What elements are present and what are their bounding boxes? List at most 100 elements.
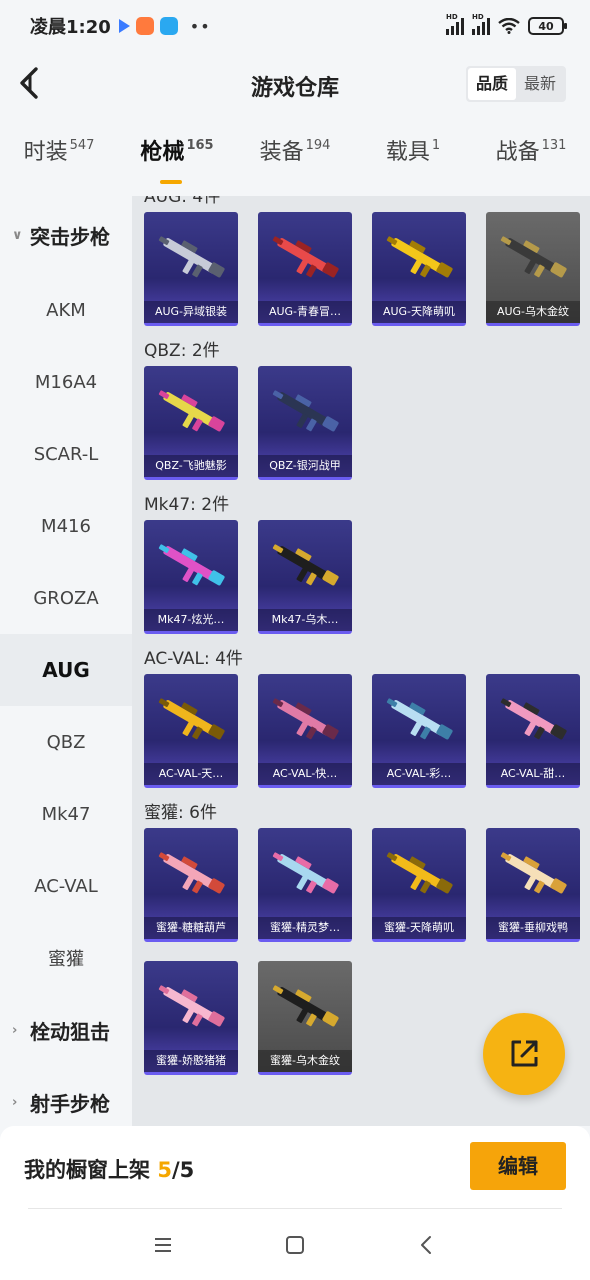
skin-card[interactable]: 蜜獾-乌木金纹 — [258, 961, 352, 1075]
sort-quality-button[interactable]: 品质 — [467, 68, 516, 100]
back-icon[interactable] — [416, 1234, 438, 1256]
gun-skin-icon — [158, 544, 225, 586]
wifi-icon — [498, 18, 520, 34]
edit-button[interactable]: 编辑 — [470, 1142, 566, 1190]
skin-card[interactable]: QBZ-飞驰魅影 — [144, 366, 238, 480]
header: 游戏仓库 品质 最新 — [0, 52, 590, 116]
chevron-right-icon: › — [12, 1094, 18, 1110]
home-icon[interactable] — [284, 1234, 306, 1256]
tab-vehicles[interactable]: 载具 1 — [354, 134, 472, 186]
skin-row: AUG-异域银装 AUG-青春冒… AUG-天降萌叽 AUG-乌木金纹 — [132, 212, 590, 326]
sort-toggle[interactable]: 品质 最新 — [465, 66, 566, 102]
sidebar-item-mk47[interactable]: Mk47 — [0, 778, 132, 850]
sidebar-item-m416[interactable]: M416 — [0, 490, 132, 562]
status-bar: 凌晨1:20 •• HD HD 40 — [0, 0, 590, 52]
sort-newest-button[interactable]: 最新 — [516, 68, 564, 100]
sidebar-item-m16a4[interactable]: M16A4 — [0, 346, 132, 418]
gun-skin-icon — [272, 390, 339, 432]
gun-skin-icon — [158, 236, 225, 278]
chevron-right-icon: › — [12, 1022, 18, 1038]
skin-name: AUG-乌木金纹 — [486, 301, 580, 323]
group-label: 蜜獾: 6件 — [144, 803, 217, 823]
more-notifications-icon: •• — [189, 16, 211, 36]
notification-icons: •• — [118, 16, 211, 36]
gun-skin-icon — [272, 236, 339, 278]
weapon-type-sidebar: ∨ 突击步枪 AKM M16A4 SCAR-L M416 GROZA AUG Q… — [0, 196, 132, 1126]
skin-name: QBZ-飞驰魅影 — [144, 455, 238, 477]
skin-name: 蜜獾-精灵梦… — [258, 917, 352, 939]
skin-name: AC-VAL-天… — [144, 763, 238, 785]
tab-equipment[interactable]: 装备 194 — [236, 134, 354, 186]
play-app-icon — [118, 19, 130, 33]
skin-card[interactable]: Mk47-炫光… — [144, 520, 238, 634]
menu-icon[interactable] — [152, 1234, 174, 1256]
skin-name: AUG-青春冒… — [258, 301, 352, 323]
tab-battle-gear[interactable]: 战备 131 — [472, 134, 590, 186]
gun-skin-icon — [272, 852, 339, 894]
skin-card[interactable]: AUG-异域银装 — [144, 212, 238, 326]
sidebar-group-bolt-action[interactable]: › 栓动狙击 — [0, 994, 132, 1066]
gun-skin-icon — [272, 698, 339, 740]
skin-card[interactable]: Mk47-乌木… — [258, 520, 352, 634]
skin-card[interactable]: 蜜獾-精灵梦… — [258, 828, 352, 942]
skin-card[interactable]: 蜜獾-娇憨猪猪 — [144, 961, 238, 1075]
skin-card[interactable]: AUG-天降萌叽 — [372, 212, 466, 326]
sidebar-item-akm[interactable]: AKM — [0, 274, 132, 346]
chevron-down-icon: ∨ — [12, 227, 23, 243]
clock: 凌晨1:20 — [30, 17, 111, 38]
skin-card[interactable]: 蜜獾-天降萌叽 — [372, 828, 466, 942]
skin-grid: AUG: 4件 AUG-异域银装 AUG-青春冒… AUG-天降萌叽 AUG-乌木金纹 Q… — [132, 196, 590, 1126]
category-tabs: 时装 547 枪械 165 装备 194 载具 1 战备 131 — [0, 134, 590, 186]
group-label: Mk47: 2件 — [144, 495, 230, 515]
gun-skin-icon — [158, 852, 225, 894]
skin-name: 蜜獾-乌木金纹 — [258, 1050, 352, 1072]
sidebar-item-aug[interactable]: AUG — [0, 634, 132, 706]
gun-skin-icon — [500, 236, 567, 278]
share-icon — [511, 1040, 538, 1067]
skin-name: AC-VAL-快… — [258, 763, 352, 785]
skin-name: Mk47-炫光… — [144, 609, 238, 631]
skin-card[interactable]: 蜜獾-糖糖葫芦 — [144, 828, 238, 942]
skin-name: 蜜獾-娇憨猪猪 — [144, 1050, 238, 1072]
gun-skin-icon — [386, 236, 453, 278]
skin-card[interactable]: AC-VAL-甜… — [486, 674, 580, 788]
skin-row: AC-VAL-天… AC-VAL-快… AC-VAL-彩… AC-VAL-甜… — [132, 674, 590, 788]
skin-card[interactable]: AC-VAL-快… — [258, 674, 352, 788]
sidebar-item-ac-val[interactable]: AC-VAL — [0, 850, 132, 922]
gun-skin-icon — [500, 698, 567, 740]
battery-icon: 40 — [528, 17, 567, 35]
skin-name: 蜜獾-垂柳戏鸭 — [486, 917, 580, 939]
gun-skin-icon — [158, 698, 225, 740]
sidebar-group-assault-rifles[interactable]: ∨ 突击步枪 — [0, 196, 132, 274]
gun-skin-icon — [272, 544, 339, 586]
sidebar-item-scar-l[interactable]: SCAR-L — [0, 418, 132, 490]
sidebar-item-qbz[interactable]: QBZ — [0, 706, 132, 778]
skin-card[interactable]: AUG-青春冒… — [258, 212, 352, 326]
sidebar-group-marksman[interactable]: › 射手步枪 — [0, 1066, 132, 1126]
skin-card[interactable]: QBZ-银河战甲 — [258, 366, 352, 480]
tab-guns[interactable]: 枪械 165 — [118, 134, 236, 186]
group-label: AUG: 4件 — [144, 196, 221, 207]
skin-name: Mk47-乌木… — [258, 609, 352, 631]
skin-card[interactable]: AC-VAL-天… — [144, 674, 238, 788]
skin-card[interactable]: AUG-乌木金纹 — [486, 212, 580, 326]
skin-name: QBZ-银河战甲 — [258, 455, 352, 477]
sidebar-item-groza[interactable]: GROZA — [0, 562, 132, 634]
tab-fashion[interactable]: 时装 547 — [0, 134, 118, 186]
showcase-bar: 我的橱窗上架 5/5 编辑 — [0, 1126, 590, 1210]
skin-name: AC-VAL-彩… — [372, 763, 466, 785]
system-nav-bar — [0, 1210, 590, 1280]
group-label: QBZ: 2件 — [144, 341, 220, 361]
group-label: AC-VAL: 4件 — [144, 649, 243, 669]
sidebar-item-honey-badger[interactable]: 蜜獾 — [0, 922, 132, 994]
share-button[interactable] — [483, 1013, 565, 1095]
shop-app-icon — [135, 17, 154, 35]
skin-row: QBZ-飞驰魅影 QBZ-银河战甲 — [132, 366, 590, 480]
skin-name: AUG-天降萌叽 — [372, 301, 466, 323]
skin-card[interactable]: 蜜獾-垂柳戏鸭 — [486, 828, 580, 942]
skin-card[interactable]: AC-VAL-彩… — [372, 674, 466, 788]
showcase-count: 我的橱窗上架 5/5 — [24, 1158, 195, 1182]
skin-row: Mk47-炫光… Mk47-乌木… — [132, 520, 590, 634]
gun-skin-icon — [386, 698, 453, 740]
skin-name: 蜜獾-天降萌叽 — [372, 917, 466, 939]
